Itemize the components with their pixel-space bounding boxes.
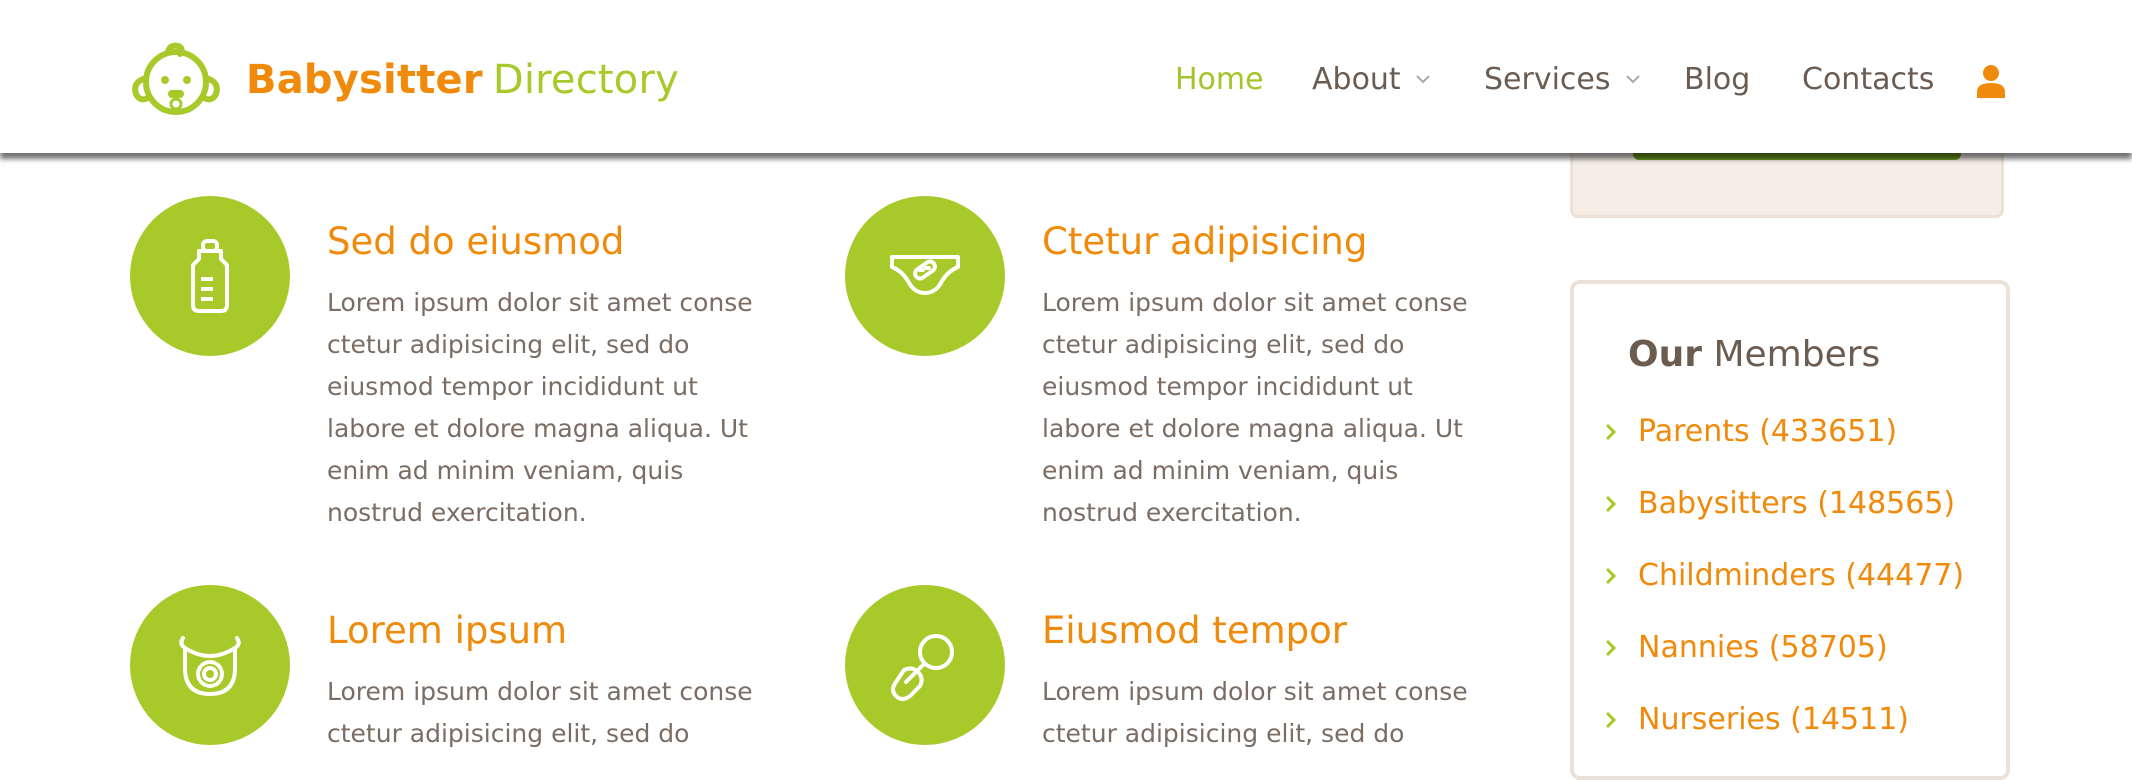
members-item-label: Babysitters (148565) — [1638, 486, 1956, 521]
members-list: Parents (433651) Babysitters (148565) Ch… — [1604, 414, 1964, 774]
members-widget-title: Our Members — [1628, 334, 1880, 375]
members-list-item-childminders[interactable]: Childminders (44477) — [1604, 558, 1964, 630]
feature-description: Lorem ipsum dolor sit amet conse ctetur … — [1042, 677, 1468, 748]
baby-bottle-icon — [191, 239, 229, 313]
nav-item-label: About — [1312, 61, 1401, 97]
diaper-icon — [890, 255, 960, 295]
feature-title[interactable]: Sed do eiusmod — [327, 220, 624, 263]
members-list-item-nannies[interactable]: Nannies (58705) — [1604, 630, 1964, 702]
chevron-right-icon — [1605, 639, 1617, 657]
members-list-item-nurseries[interactable]: Nurseries (14511) — [1604, 702, 1964, 774]
brand-logo[interactable]: Babysitter Directory — [128, 38, 679, 122]
feature-icon-circle — [130, 585, 290, 745]
nav-item-about[interactable]: About — [1312, 56, 1431, 102]
nav-item-contacts[interactable]: Contacts — [1802, 56, 1934, 102]
chevron-right-icon — [1605, 423, 1617, 441]
feature-description: Lorem ipsum dolor sit amet conse ctetur … — [327, 288, 753, 527]
user-icon[interactable] — [1976, 64, 2006, 98]
brand-name-light: Directory — [492, 57, 679, 103]
feature-title[interactable]: Ctetur adipisicing — [1042, 220, 1367, 263]
members-item-label: Nurseries (14511) — [1638, 702, 1910, 737]
pacifier-icon — [891, 634, 954, 701]
members-widget: Our Members Parents (433651) Babysitters… — [1570, 280, 2010, 780]
members-title-light: Members — [1713, 334, 1881, 375]
members-list-item-parents[interactable]: Parents (433651) — [1604, 414, 1964, 486]
members-list-item-babysitters[interactable]: Babysitters (148565) — [1604, 486, 1964, 558]
bib-icon — [179, 636, 241, 696]
brand-name-bold: Babysitter — [246, 57, 483, 103]
nav-item-label: Services — [1484, 61, 1611, 97]
nav-item-services[interactable]: Services — [1484, 56, 1641, 102]
nav-item-home[interactable]: Home — [1175, 56, 1264, 102]
chevron-right-icon — [1605, 495, 1617, 513]
nav-item-label: Contacts — [1802, 61, 1935, 97]
chevron-down-icon — [1415, 75, 1430, 84]
brand-name: Babysitter Directory — [246, 57, 679, 103]
members-item-label: Nannies (58705) — [1638, 630, 1888, 665]
chevron-down-icon — [1625, 75, 1640, 84]
members-item-label: Parents (433651) — [1638, 414, 1898, 449]
nav-item-label: Blog — [1684, 61, 1751, 97]
feature-icon-circle — [845, 196, 1005, 356]
feature-title[interactable]: Eiusmod tempor — [1042, 609, 1347, 652]
members-item-label: Childminders (44477) — [1638, 558, 1965, 593]
nav-item-blog[interactable]: Blog — [1684, 56, 1750, 102]
feature-icon-circle — [130, 196, 290, 356]
feature-description: Lorem ipsum dolor sit amet conse ctetur … — [327, 677, 753, 748]
chevron-right-icon — [1605, 711, 1617, 729]
baby-face-logo-icon — [132, 42, 220, 115]
feature-title[interactable]: Lorem ipsum — [327, 609, 567, 652]
chevron-right-icon — [1605, 567, 1617, 585]
site-header: Babysitter Directory Home About Services … — [0, 0, 2132, 153]
nav-item-label: Home — [1175, 61, 1264, 97]
feature-icon-circle — [845, 585, 1005, 745]
feature-description: Lorem ipsum dolor sit amet conse ctetur … — [1042, 288, 1468, 527]
members-title-bold: Our — [1628, 334, 1702, 375]
